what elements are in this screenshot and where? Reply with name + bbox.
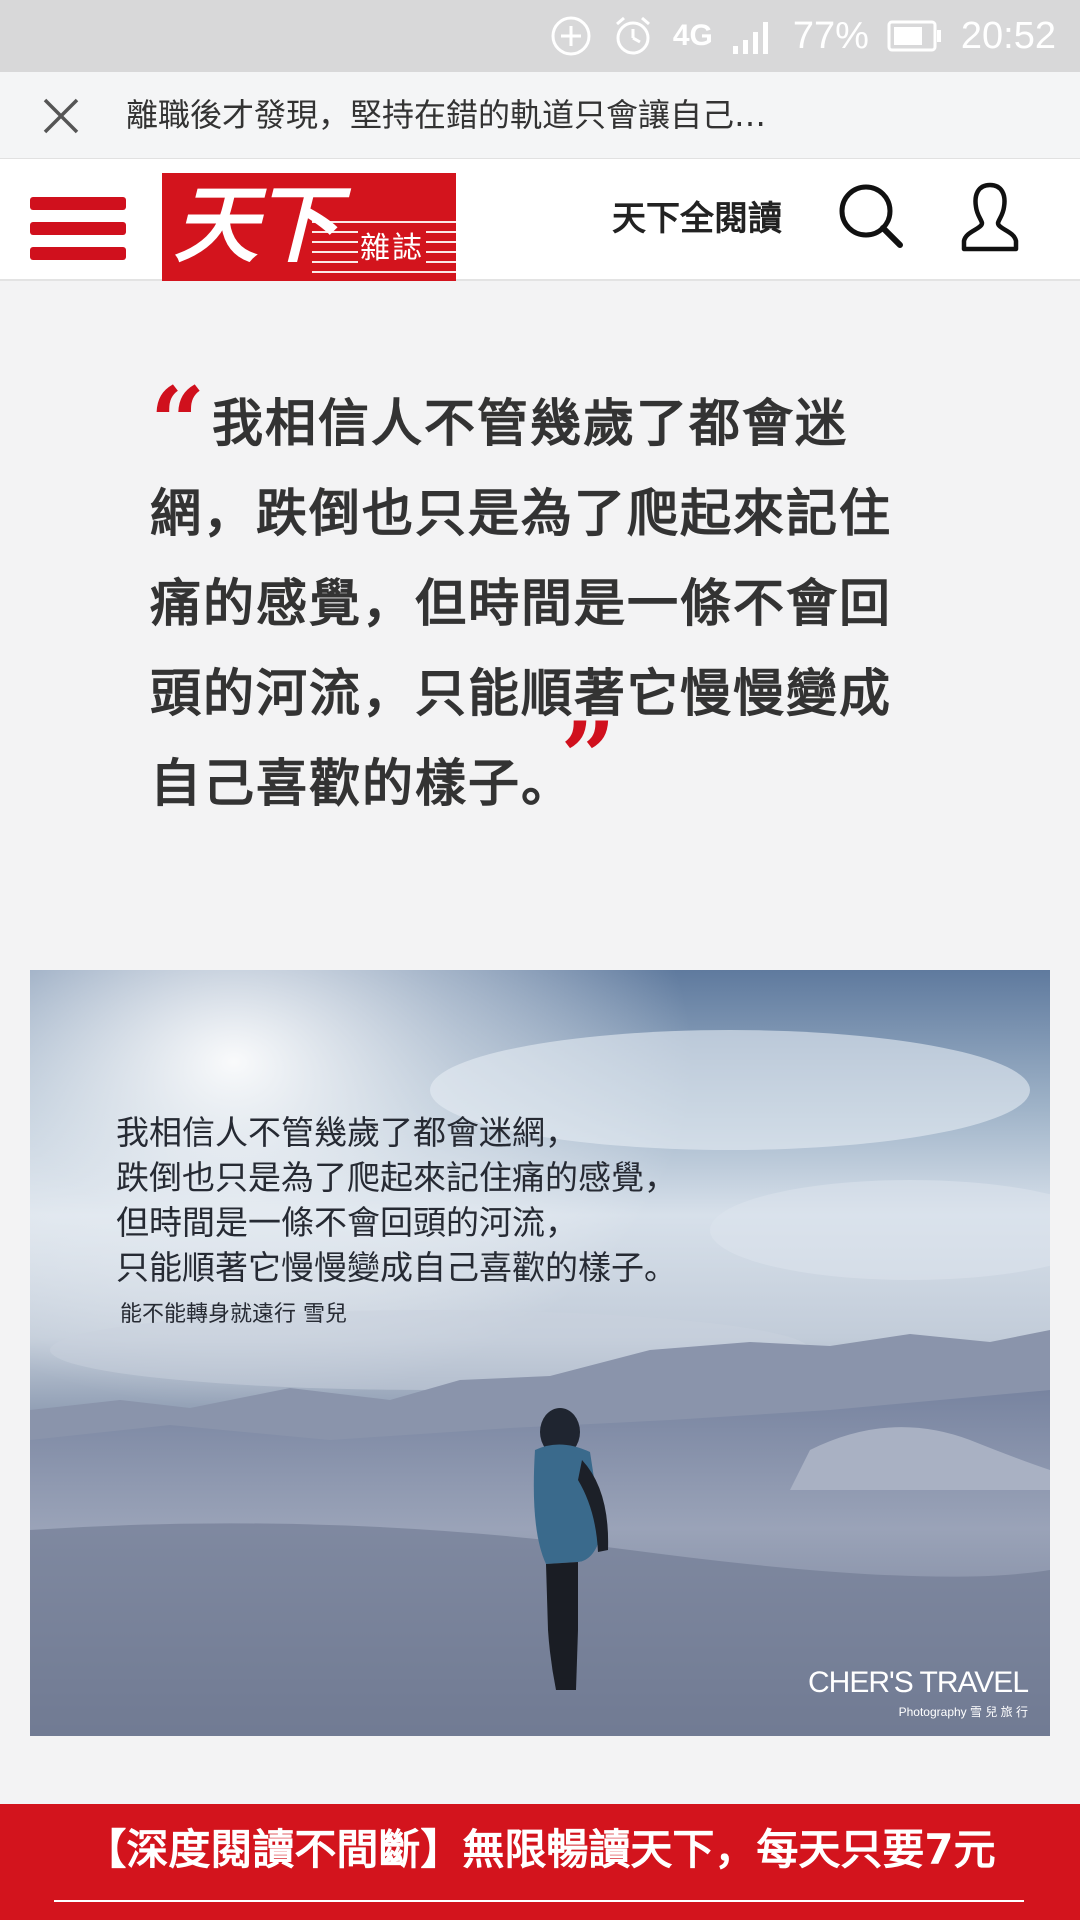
battery-percent: 77% xyxy=(792,14,869,57)
site-logo[interactable]: 天下 雜誌 xyxy=(162,173,456,281)
status-icons: 4G 77% 20:52 xyxy=(549,0,1056,72)
photo-caption-line: 我相信人不管幾歲了都會迷網， xyxy=(116,1113,578,1152)
page-title: 離職後才發現，堅持在錯的軌道只會讓自己… xyxy=(126,96,767,134)
signal-icon xyxy=(731,16,775,56)
quote-line: 痛的感覺，但時間是一條不會回 xyxy=(150,575,893,634)
photo-watermark-sub: Photography 雪 兒 旅 行 xyxy=(898,1705,1028,1719)
photo-caption-line: 跌倒也只是為了爬起來記住痛的感覺， xyxy=(116,1158,677,1197)
photo-landscape xyxy=(30,970,1050,1736)
subscribe-banner[interactable]: 【深度閱讀不間斷】無限暢讀天下，每天只要7元 xyxy=(0,1804,1080,1920)
alarm-icon xyxy=(611,14,655,58)
subscribe-banner-text: 【深度閱讀不間斷】無限暢讀天下，每天只要7元 xyxy=(84,1825,996,1874)
photo-watermark: CHER'S TRAVEL xyxy=(807,1666,1029,1699)
close-icon xyxy=(43,98,79,134)
close-button[interactable] xyxy=(36,94,86,138)
pull-quote: 我相信人不管幾歲了都會迷 網，跌倒也只是為了爬起來記住 痛的感覺，但時間是一條不… xyxy=(150,380,920,830)
article-photo: 我相信人不管幾歲了都會迷網， 跌倒也只是為了爬起來記住痛的感覺， 但時間是一條不… xyxy=(30,970,1050,1736)
network-label: 4G xyxy=(672,19,713,52)
photo-caption: 我相信人不管幾歲了都會迷網， 跌倒也只是為了爬起來記住痛的感覺， 但時間是一條不… xyxy=(116,1110,677,1290)
site-header: 天下 雜誌 天下全閱讀 xyxy=(0,159,1080,281)
read-all-link[interactable]: 天下全閱讀 xyxy=(612,189,782,249)
quote-line: 網，跌倒也只是為了爬起來記住 xyxy=(150,485,893,544)
search-button[interactable] xyxy=(836,181,906,251)
banner-underline xyxy=(54,1900,1024,1902)
photo-author: 能不能轉身就遠行 雪兒 xyxy=(120,1302,347,1327)
logo-main-text: 天下 xyxy=(174,175,338,274)
quote-line: 自己喜歡的樣子。 xyxy=(150,755,549,814)
quote-line: 我相信人不管幾歲了都會迷 xyxy=(212,395,849,454)
webview-title-bar: 離職後才發現，堅持在錯的軌道只會讓自己… xyxy=(0,72,1080,159)
photo-caption-line: 只能順著它慢慢變成自己喜歡的樣子。 xyxy=(116,1248,677,1287)
logo-sub-text: 雜誌 xyxy=(358,223,426,267)
search-icon xyxy=(839,184,903,248)
battery-icon xyxy=(887,19,943,53)
photo-caption-line: 但時間是一條不會回頭的河流， xyxy=(116,1203,578,1242)
user-icon xyxy=(961,182,1019,252)
clock: 20:52 xyxy=(960,14,1056,57)
quote-close-icon: ” xyxy=(560,701,618,814)
add-circle-icon xyxy=(549,14,593,58)
hamburger-menu-icon[interactable] xyxy=(30,179,126,260)
user-button[interactable] xyxy=(958,179,1022,255)
quote-line: 頭的河流，只能順著它慢慢變成 xyxy=(150,665,893,724)
status-bar: 4G 77% 20:52 xyxy=(0,0,1080,72)
